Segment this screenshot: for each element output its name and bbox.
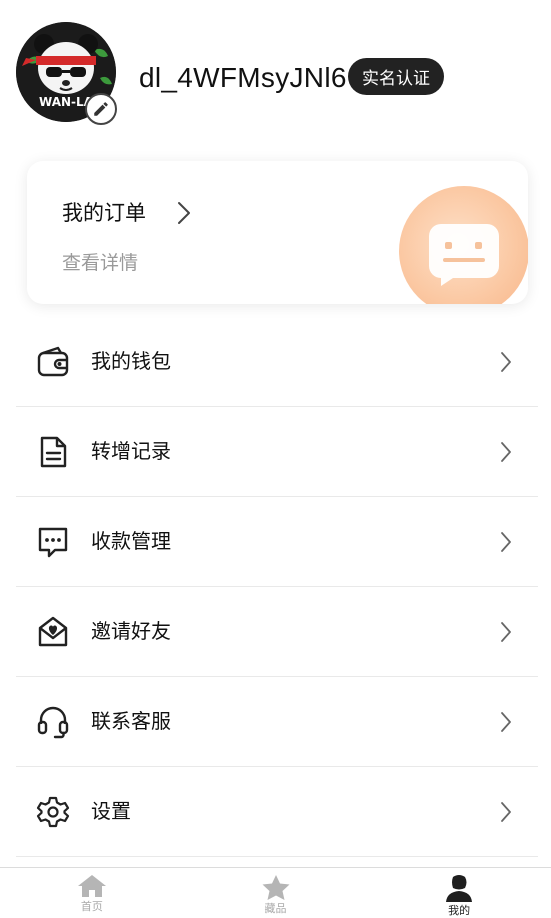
chevron-right-icon bbox=[501, 712, 511, 732]
menu-item-invite-friends[interactable]: 邀请好友 bbox=[16, 587, 538, 677]
headset-icon bbox=[37, 706, 69, 739]
invite-heart-icon bbox=[38, 616, 68, 647]
menu-list: 我的钱包 转增记录 收款管理 邀请好友 联系客服 设置 bbox=[16, 317, 538, 857]
my-orders-card[interactable]: 我的订单 查看详情 bbox=[27, 161, 528, 304]
chat-bubble-icon bbox=[429, 224, 499, 286]
username: dl_4WFMsyJNl6 bbox=[139, 62, 347, 93]
gear-icon bbox=[36, 796, 70, 828]
wallet-icon bbox=[37, 346, 69, 377]
message-icon bbox=[38, 527, 68, 558]
pencil-icon bbox=[94, 102, 108, 116]
menu-item-label: 收款管理 bbox=[91, 529, 171, 553]
order-decoration bbox=[399, 186, 528, 304]
menu-item-payment-management[interactable]: 收款管理 bbox=[16, 497, 538, 587]
chevron-right-icon bbox=[501, 442, 511, 462]
menu-item-label: 我的钱包 bbox=[91, 349, 171, 373]
bottom-navigation: 首页 藏品 我的 bbox=[0, 867, 551, 918]
edit-avatar-button[interactable] bbox=[85, 93, 117, 125]
chevron-right-icon bbox=[501, 532, 511, 552]
order-view-details: 查看详情 bbox=[62, 252, 139, 274]
menu-item-label: 联系客服 bbox=[91, 709, 171, 733]
tab-label: 藏品 bbox=[264, 902, 287, 915]
chevron-right-icon bbox=[501, 352, 511, 372]
order-title: 我的订单 bbox=[62, 201, 146, 225]
profile-header: WAN-LA dl_4WFMsyJNl6 实名认证 bbox=[0, 0, 551, 150]
chevron-right-icon bbox=[501, 622, 511, 642]
menu-item-label: 邀请好友 bbox=[91, 619, 171, 643]
profile-page: WAN-LA dl_4WFMsyJNl6 实名认证 我的订单 查看详情 我的钱包… bbox=[0, 0, 551, 918]
tab-label: 我的 bbox=[448, 904, 471, 917]
user-icon bbox=[446, 875, 473, 902]
menu-item-wallet[interactable]: 我的钱包 bbox=[16, 317, 538, 407]
chevron-right-icon bbox=[178, 202, 190, 224]
home-icon bbox=[77, 875, 106, 897]
menu-item-contact-support[interactable]: 联系客服 bbox=[16, 677, 538, 767]
menu-item-settings[interactable]: 设置 bbox=[16, 767, 538, 857]
menu-item-label: 转增记录 bbox=[91, 439, 171, 463]
chevron-right-icon bbox=[501, 802, 511, 822]
menu-item-transfer-records[interactable]: 转增记录 bbox=[16, 407, 538, 497]
menu-item-label: 设置 bbox=[91, 799, 131, 823]
tab-collection[interactable]: 藏品 bbox=[184, 868, 368, 918]
tab-home[interactable]: 首页 bbox=[0, 868, 184, 918]
tab-label: 首页 bbox=[80, 900, 103, 913]
star-icon bbox=[262, 875, 289, 900]
verify-identity-button[interactable]: 实名认证 bbox=[348, 58, 444, 95]
tab-profile[interactable]: 我的 bbox=[367, 868, 551, 918]
document-icon bbox=[40, 436, 67, 468]
